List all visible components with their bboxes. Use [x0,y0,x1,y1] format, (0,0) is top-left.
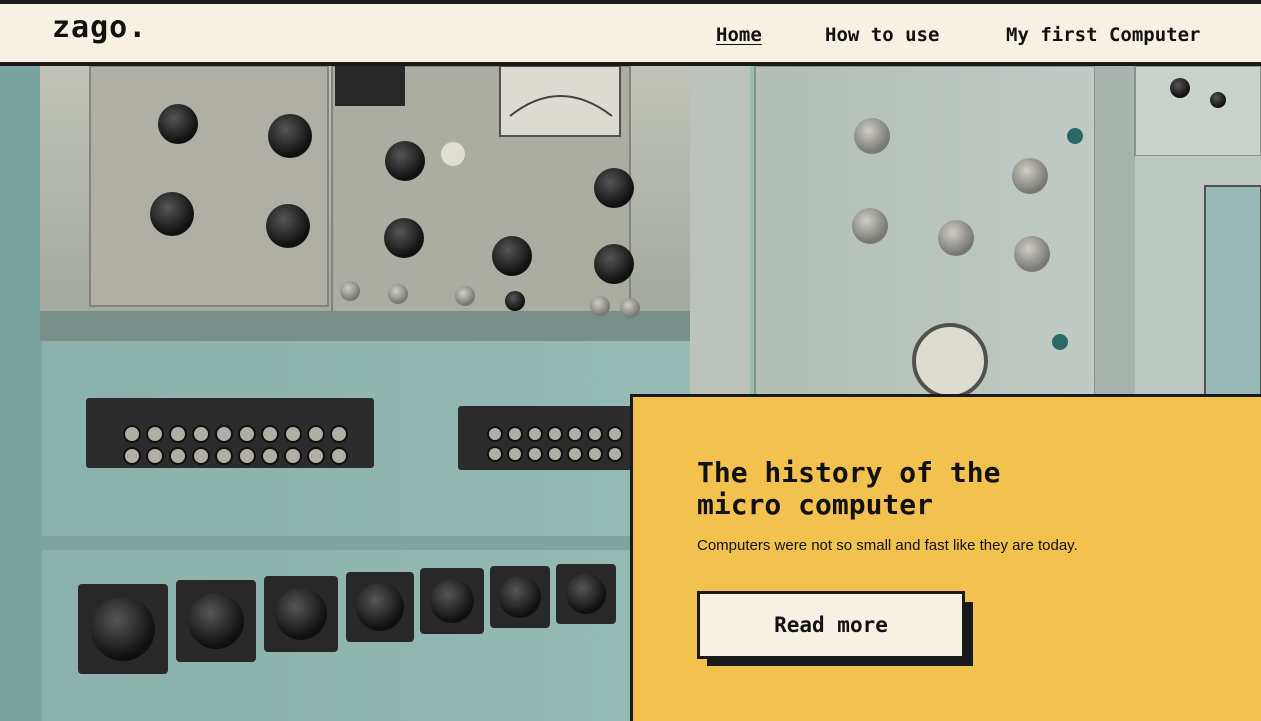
hero-title: The history of the micro computer [697,456,1001,521]
nav-item-my-first-computer[interactable]: My first Computer [1006,24,1200,46]
nav-item-home[interactable]: Home [716,24,762,46]
hero-section: The history of the micro computer Comput… [0,66,1261,721]
nav-item-how-to-use[interactable]: How to use [825,24,939,46]
site-logo[interactable]: zago. [52,10,147,45]
hero-card: The history of the micro computer Comput… [630,394,1261,721]
hero-subtitle: Computers were not so small and fast lik… [697,537,1078,554]
read-more-button[interactable]: Read more [697,591,965,659]
site-header: zago. Home How to use My first Computer [0,4,1261,66]
